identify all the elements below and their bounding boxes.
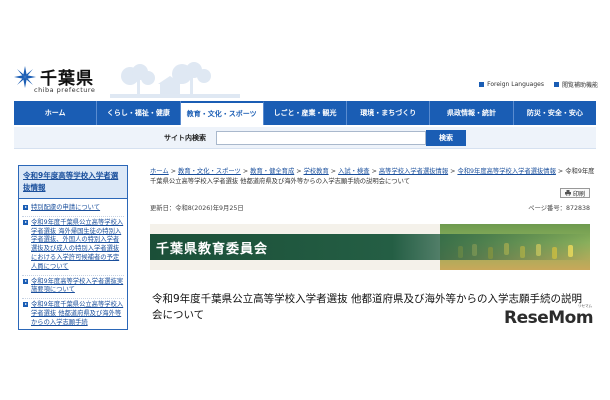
sidebar-item-label: 令和9年度千葉県公立高等学校入学者選抜 海外帰国生徒の特別入学者選抜、外国人の特…	[31, 218, 124, 270]
search-label: サイト内検索	[164, 134, 206, 142]
sidebar-item[interactable]: 令和9年度高等学校入学者選抜実施要項について	[22, 276, 124, 300]
breadcrumb-separator: >	[557, 168, 564, 175]
nav-item-government[interactable]: 県政情報・統計	[430, 101, 514, 125]
sidebar-title-link[interactable]: 令和9年度高等学校入学者選抜情報	[19, 166, 127, 199]
arrow-bullet-icon	[23, 219, 28, 225]
print-button[interactable]: 印刷	[560, 188, 590, 198]
sidebar-item-label: 令和9年度千葉県公立高等学校入学者選抜 他都道府県及び海外等からの入学志願手続	[31, 301, 124, 326]
printer-icon	[564, 190, 571, 196]
arrow-bullet-icon	[23, 302, 28, 308]
watermark-text: ReseMom	[504, 308, 594, 328]
nav-item-environment[interactable]: 環境・まちづくり	[347, 101, 431, 125]
site-header: 千葉県 chiba prefecture Foreign Languages 閲…	[0, 56, 610, 102]
breadcrumb-separator: >	[330, 168, 337, 175]
accessibility-label: 閲覧補助機能	[561, 82, 598, 89]
page-number: ページ番号：872838	[528, 205, 590, 212]
nav-item-home[interactable]: ホーム	[14, 101, 98, 125]
foreign-languages-label: Foreign Languages	[487, 81, 544, 88]
accessibility-link[interactable]: 閲覧補助機能	[553, 80, 598, 89]
board-banner: 千葉県教育委員会	[150, 224, 590, 270]
global-nav: ホーム くらし・福祉・健康 教育・文化・スポーツ しごと・産業・観光 環境・まち…	[14, 101, 596, 125]
arrow-bullet-icon	[23, 278, 28, 284]
breadcrumb: ホーム > 教育・文化・スポーツ > 教育・健全育成 > 学校教育 > 入試・検…	[150, 167, 600, 187]
sidebar-item[interactable]: 特別配慮の申請について	[22, 202, 124, 217]
arrow-bullet-icon	[23, 205, 28, 210]
nav-item-safety[interactable]: 防災・安全・安心	[514, 101, 596, 125]
header-utility-links: Foreign Languages 閲覧補助機能	[479, 80, 598, 89]
breadcrumb-separator: >	[371, 168, 377, 175]
breadcrumb-separator: >	[296, 168, 302, 175]
sidebar-item-label: 特別配慮の申請について	[31, 204, 101, 211]
chiba-star-logo-icon	[14, 66, 36, 88]
breadcrumb-link[interactable]: 教育・健全育成	[250, 168, 294, 175]
nav-item-work[interactable]: しごと・産業・観光	[264, 101, 348, 125]
sidebar: 令和9年度高等学校入学者選抜情報 特別配慮の申請について 令和9年度千葉県公立高…	[18, 165, 128, 330]
sidebar-list: 特別配慮の申請について 令和9年度千葉県公立高等学校入学者選抜 海外帰国生徒の特…	[19, 199, 127, 329]
page: 千葉県 chiba prefecture Foreign Languages 閲…	[0, 0, 610, 400]
square-bullet-icon	[479, 82, 485, 87]
banner-title: 千葉県教育委員会	[156, 242, 269, 257]
site-logo[interactable]: 千葉県 chiba prefecture	[14, 64, 124, 98]
breadcrumb-link[interactable]: ホーム	[150, 168, 169, 175]
print-label: 印刷	[572, 190, 585, 198]
breadcrumb-separator: >	[450, 168, 456, 175]
sidebar-item[interactable]: 令和9年度千葉県公立高等学校入学者選抜 他都道府県及び海外等からの入学志願手続	[22, 299, 124, 329]
breadcrumb-link[interactable]: 高等学校入学者選抜情報	[379, 168, 448, 175]
breadcrumb-link[interactable]: 学校教育	[304, 168, 329, 175]
breadcrumb-link[interactable]: 入試・検査	[338, 168, 369, 175]
breadcrumb-link[interactable]: 教育・文化・スポーツ	[178, 168, 241, 175]
search-input[interactable]	[216, 131, 426, 145]
sidebar-item-label: 令和9年度高等学校入学者選抜実施要項について	[31, 277, 124, 294]
breadcrumb-link[interactable]: 令和9年度高等学校入学者選抜情報	[457, 168, 555, 175]
breadcrumb-separator: >	[242, 168, 249, 175]
header-landscape-illustration-icon	[110, 62, 240, 98]
breadcrumb-separator: >	[170, 168, 176, 175]
nav-item-education[interactable]: 教育・文化・スポーツ	[180, 101, 264, 125]
logo-subtext: chiba prefecture	[34, 86, 96, 94]
updated-date: 更新日：令和8(2026)年9月25日	[150, 205, 244, 212]
site-search-bar: サイト内検索 検索	[14, 127, 596, 149]
square-bullet-icon	[553, 82, 559, 87]
search-button[interactable]: 検索	[426, 130, 466, 146]
sidebar-item[interactable]: 令和9年度千葉県公立高等学校入学者選抜 海外帰国生徒の特別入学者選抜、外国人の特…	[22, 217, 124, 276]
nav-item-life[interactable]: くらし・福祉・健康	[97, 101, 181, 125]
resemom-watermark: リセマム ReseMom	[504, 304, 604, 334]
foreign-languages-link[interactable]: Foreign Languages	[479, 80, 544, 89]
